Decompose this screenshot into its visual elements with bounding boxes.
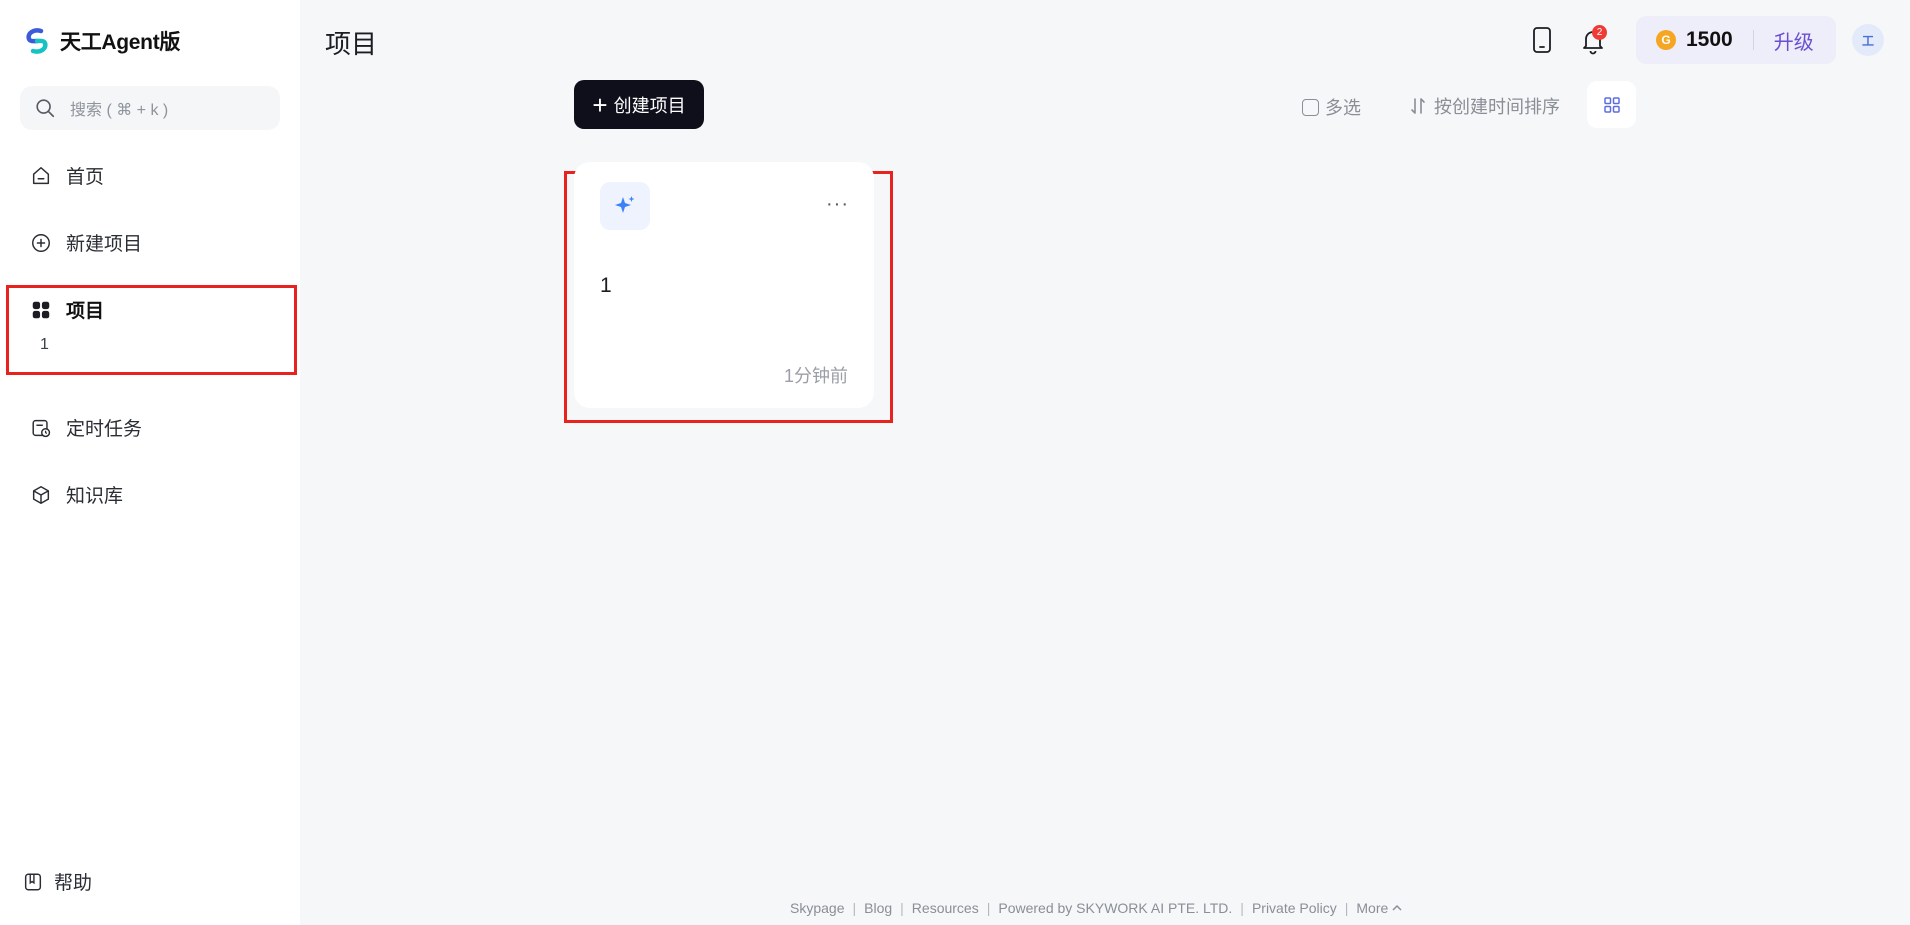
upgrade-button[interactable]: 升级 bbox=[1774, 26, 1814, 55]
sidebar: 天工Agent版 搜索 ( ⌘ + k ) 首页 新建项目 项目 1 定时任务 … bbox=[0, 0, 300, 925]
checkbox[interactable] bbox=[1302, 98, 1319, 116]
footer-link-blog[interactable]: Blog bbox=[864, 900, 892, 916]
footer-powered-by: Powered by SKYWORK AI PTE. LTD. bbox=[998, 900, 1233, 916]
plus-icon: + bbox=[592, 89, 608, 120]
footer: Skypage | Blog | Resources | Powered by … bbox=[790, 900, 1403, 916]
sidebar-item-scheduled-tasks[interactable]: 定时任务 bbox=[30, 414, 142, 441]
divider: | bbox=[986, 900, 991, 916]
sort-label: 按创建时间排序 bbox=[1434, 97, 1560, 117]
plus-circle-icon bbox=[32, 233, 50, 252]
calendar-clock-icon bbox=[32, 419, 51, 437]
divider: | bbox=[900, 900, 904, 916]
brand-logo[interactable]: 天工Agent版 bbox=[22, 26, 180, 56]
help-label: 帮助 bbox=[54, 873, 93, 894]
search-placeholder: 搜索 ( ⌘ + k ) bbox=[70, 102, 169, 119]
footer-link-resources[interactable]: Resources bbox=[912, 900, 979, 916]
credit-balance: 1500 bbox=[1686, 28, 1733, 51]
help-button[interactable]: 帮助 bbox=[22, 868, 92, 895]
sidebar-item-label: 首页 bbox=[66, 167, 105, 188]
cube-icon bbox=[32, 485, 50, 504]
credits-panel[interactable]: G 1500 升级 bbox=[1636, 16, 1836, 64]
multi-select-label: 多选 bbox=[1325, 98, 1361, 118]
multi-select-toggle[interactable]: 多选 bbox=[1302, 94, 1361, 120]
divider bbox=[1752, 30, 1754, 50]
sort-dropdown[interactable]: 按创建时间排序 bbox=[1408, 93, 1560, 119]
avatar[interactable]: 工 bbox=[1852, 24, 1884, 56]
coin-icon: G bbox=[1656, 30, 1676, 50]
divider: | bbox=[852, 900, 857, 916]
search-input[interactable]: 搜索 ( ⌘ + k ) bbox=[20, 86, 280, 130]
divider: | bbox=[1240, 900, 1244, 916]
sidebar-item-knowledge-base[interactable]: 知识库 bbox=[30, 481, 123, 508]
project-icon-container bbox=[600, 182, 650, 230]
notification-badge: 2 bbox=[1592, 25, 1607, 40]
project-timestamp: 1分钟前 bbox=[783, 366, 848, 386]
project-card[interactable]: ··· 1 1分钟前 bbox=[574, 162, 874, 408]
sidebar-item-label: 定时任务 bbox=[66, 419, 143, 440]
create-project-button[interactable]: + 创建项目 bbox=[574, 80, 704, 129]
sidebar-item-new-project[interactable]: 新建项目 bbox=[30, 229, 142, 256]
footer-link-privacy[interactable]: Private Policy bbox=[1252, 900, 1337, 916]
sidebar-item-label: 新建项目 bbox=[66, 234, 143, 255]
highlight-box-sidebar-projects bbox=[6, 285, 297, 375]
mobile-phone-icon[interactable] bbox=[1530, 26, 1554, 54]
footer-link-more[interactable]: More bbox=[1356, 900, 1403, 916]
home-icon bbox=[32, 166, 50, 184]
sparkle-icon bbox=[615, 196, 635, 213]
search-icon bbox=[36, 99, 55, 118]
skywork-logo-icon bbox=[26, 28, 48, 54]
grid-view-toggle[interactable] bbox=[1587, 81, 1636, 128]
chevron-up-icon bbox=[1392, 904, 1402, 911]
divider: | bbox=[1344, 900, 1349, 916]
brand-name: 天工Agent版 bbox=[60, 31, 181, 54]
sidebar-item-label: 知识库 bbox=[66, 486, 124, 507]
sidebar-item-home[interactable]: 首页 bbox=[30, 162, 104, 189]
footer-more-label: More bbox=[1356, 900, 1389, 916]
grid-view-icon bbox=[1603, 96, 1620, 113]
more-options-icon[interactable]: ··· bbox=[826, 194, 849, 214]
footer-link-skypage[interactable]: Skypage bbox=[790, 900, 844, 916]
project-title: 1 bbox=[600, 274, 612, 297]
create-project-label: 创建项目 bbox=[613, 95, 686, 116]
page-title: 项目 bbox=[325, 29, 378, 59]
help-book-icon bbox=[24, 872, 42, 891]
sort-arrows-icon bbox=[1411, 98, 1425, 114]
